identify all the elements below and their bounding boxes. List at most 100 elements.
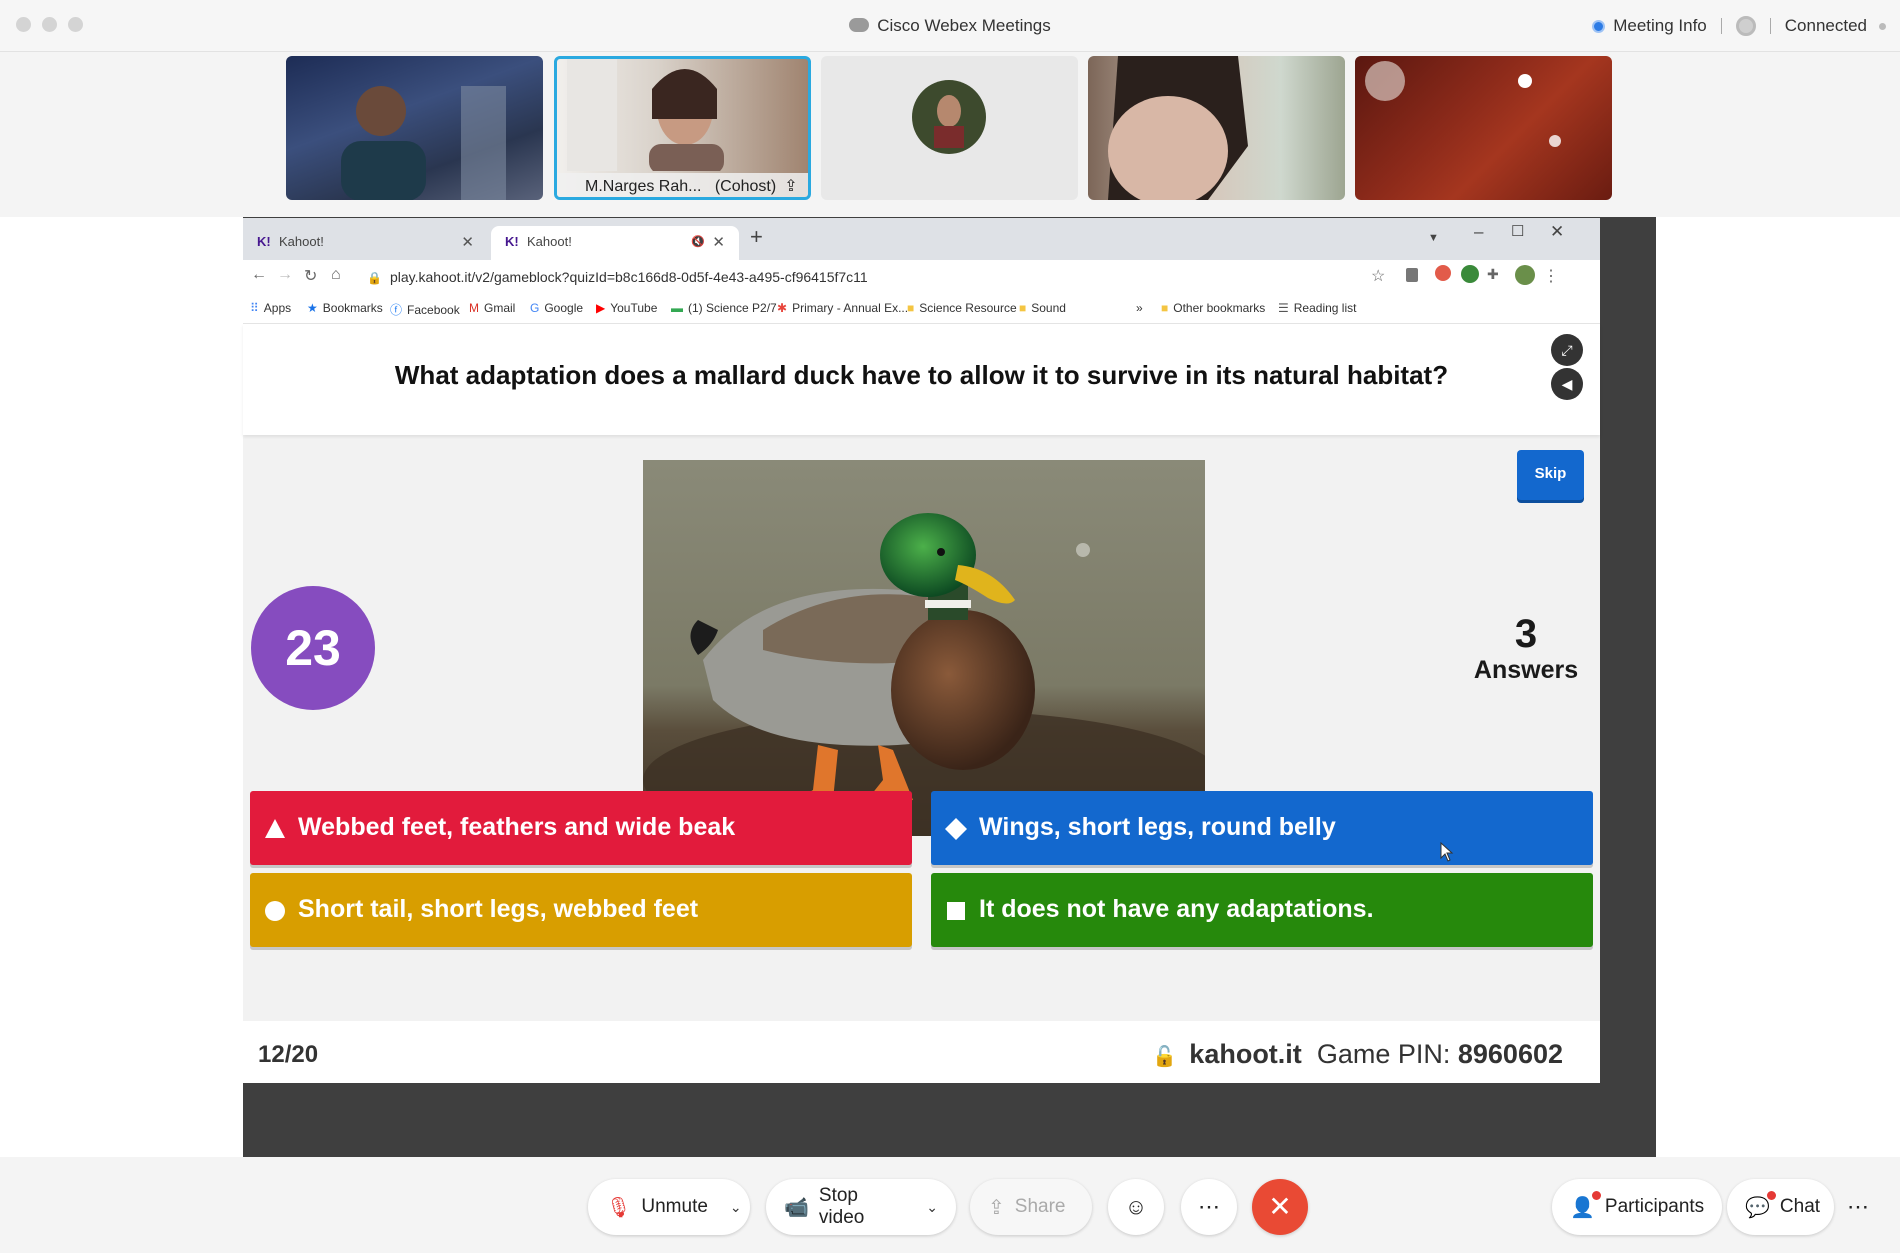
bookmarks-overflow-button[interactable]: » xyxy=(1136,301,1143,315)
bookmark-facebook[interactable]: ⓕ Facebook xyxy=(390,301,460,318)
chevron-down-icon[interactable]: ⌄ xyxy=(926,1199,938,1216)
maximize-button[interactable]: ☐ xyxy=(1511,222,1524,240)
close-tab-icon[interactable]: ✕ xyxy=(461,233,474,251)
new-tab-button[interactable]: + xyxy=(750,224,763,250)
info-icon xyxy=(1592,19,1606,33)
notification-dot xyxy=(1767,1191,1776,1200)
skip-button[interactable]: Skip xyxy=(1517,450,1584,500)
bookmark-science[interactable]: ▬ (1) Science P2/7 xyxy=(671,301,777,315)
answers-label: Answers xyxy=(1473,656,1579,684)
reading-list-button[interactable]: ☰ Reading list xyxy=(1278,301,1356,315)
reload-icon[interactable]: ↻ xyxy=(304,266,317,286)
lock-icon: 🔒 xyxy=(367,271,382,285)
browser-menu-icon[interactable]: ⋮ xyxy=(1543,266,1559,286)
game-footer: 12/20 🔓 kahoot.it Game PIN: 8960602 xyxy=(243,1021,1600,1083)
share-icon: ⇪ xyxy=(988,1196,1005,1219)
tab-search-icon[interactable]: ▼ xyxy=(1428,232,1439,244)
answer-option-diamond[interactable]: Wings, short legs, round belly xyxy=(931,791,1593,865)
participants-label: Participants xyxy=(1604,1196,1705,1217)
forward-icon[interactable]: → xyxy=(277,266,293,284)
bookmark-label: Primary - Annual Ex... xyxy=(792,301,909,315)
bookmark-star-icon[interactable]: ☆ xyxy=(1371,266,1385,286)
triangle-icon xyxy=(265,819,285,838)
kahoot-game-screen: What adaptation does a mallard duck have… xyxy=(243,324,1600,1083)
participant-video-5[interactable] xyxy=(1355,56,1612,200)
circle-icon xyxy=(265,901,285,921)
globe-extension-icon[interactable] xyxy=(1461,265,1479,283)
bookmark-primary[interactable]: ✱ Primary - Annual Ex... xyxy=(777,301,908,315)
muted-tab-icon[interactable]: 🔇 xyxy=(691,235,705,248)
meeting-info-button[interactable]: Meeting Info xyxy=(1613,16,1707,36)
bookmark-label: YouTube xyxy=(610,301,658,315)
unmute-label: Unmute xyxy=(641,1196,708,1217)
bookmark-youtube[interactable]: ▶ YouTube xyxy=(596,301,657,315)
chevron-down-icon[interactable]: ⌄ xyxy=(730,1199,742,1216)
leave-meeting-button[interactable]: ✕ xyxy=(1252,1179,1308,1235)
url-text: play.kahoot.it/v2/gameblock?quizId=b8c16… xyxy=(389,269,868,285)
ellipsis-icon: ⋯ xyxy=(1198,1194,1220,1219)
eyedropper-extension-icon[interactable] xyxy=(1406,268,1418,282)
url-field[interactable]: 🔒 play.kahoot.it/v2/gameblock?quizId=b8c1… xyxy=(367,269,868,285)
youtube-icon: ▶ xyxy=(596,301,606,315)
bookmark-gmail[interactable]: M Gmail xyxy=(469,301,515,315)
participant-video-2[interactable]: M.Narges Rah... (Cohost) ⇪ xyxy=(554,56,811,200)
unmute-button[interactable]: 🎙 Unmute ⌄ xyxy=(588,1179,750,1235)
extensions-puzzle-icon[interactable]: ✚ xyxy=(1487,266,1499,283)
close-tab-icon[interactable]: ✕ xyxy=(712,233,725,251)
browser-tab-1[interactable]: K! Kahoot! ✕ xyxy=(243,226,488,260)
chat-button[interactable]: 💬 Chat xyxy=(1727,1179,1834,1235)
folder-icon: ■ xyxy=(1161,301,1169,315)
bookmark-label: Apps xyxy=(263,301,292,315)
chat-label: Chat xyxy=(1779,1196,1821,1217)
close-button[interactable]: ✕ xyxy=(1550,222,1564,242)
notification-dot xyxy=(1592,1191,1601,1200)
bookmark-other[interactable]: ■ Other bookmarks xyxy=(1161,301,1265,315)
answers-counter: 3 Answers xyxy=(1466,612,1586,685)
question-text: What adaptation does a mallard duck have… xyxy=(394,360,1449,390)
participants-button[interactable]: 👤 Participants xyxy=(1552,1179,1722,1235)
minimize-button[interactable]: – xyxy=(1474,222,1483,242)
participant-1-avatar xyxy=(341,86,506,200)
browser-tab-2[interactable]: K! Kahoot! 🔇 ✕ xyxy=(491,226,739,260)
home-icon[interactable]: ⌂ xyxy=(331,266,341,284)
extension-badge-icon[interactable] xyxy=(1435,265,1451,281)
sharing-icon: ⇪ xyxy=(784,178,798,195)
participant-video-4[interactable] xyxy=(1088,56,1345,200)
more-options-button[interactable]: ⋯ xyxy=(1181,1179,1237,1235)
stop-video-button[interactable]: 📹 Stop video ⌄ xyxy=(766,1179,956,1235)
connection-dot-icon xyxy=(1879,22,1886,30)
bookmark-science-resource[interactable]: ■ Science Resource xyxy=(907,301,1017,315)
bookmark-apps[interactable]: ⠿ Apps xyxy=(250,301,291,315)
reactions-button[interactable]: ☺ xyxy=(1108,1179,1164,1235)
share-label: Share xyxy=(1014,1196,1066,1217)
share-button[interactable]: ⇪ Share xyxy=(970,1179,1092,1235)
profile-avatar[interactable] xyxy=(1515,265,1535,285)
answer-text: Webbed feet, feathers and wide beak xyxy=(298,813,736,841)
bookmark-label: Other bookmarks xyxy=(1173,301,1266,315)
participant-strip: M.Narges Rah... (Cohost) ⇪ xyxy=(0,52,1900,217)
kahoot-site: kahoot.it xyxy=(1189,1039,1302,1069)
bookmark-label: Google xyxy=(544,301,584,315)
more-panels-button[interactable]: ⋯ xyxy=(1830,1179,1886,1235)
app-title-text: Cisco Webex Meetings xyxy=(877,16,1051,35)
back-icon[interactable]: ← xyxy=(251,266,267,284)
bookmark-label: (1) Science P2/7 xyxy=(688,301,777,315)
chat-icon: 💬 xyxy=(1745,1196,1770,1219)
bookmark-sound[interactable]: ■ Sound xyxy=(1019,301,1066,315)
camera-status-icon[interactable] xyxy=(1735,16,1756,36)
gmail-icon: M xyxy=(469,301,479,315)
participant-video-1[interactable] xyxy=(286,56,543,200)
answer-option-circle[interactable]: Short tail, short legs, webbed feet xyxy=(250,873,912,947)
shared-browser-window: K! Kahoot! ✕ K! Kahoot! 🔇 ✕ + ▼ – ☐ ✕ ← … xyxy=(243,218,1600,1083)
answer-option-square[interactable]: It does not have any adaptations. xyxy=(931,873,1593,947)
participant-video-3[interactable] xyxy=(821,56,1078,200)
bookmark-google[interactable]: G Google xyxy=(530,301,583,315)
answer-option-triangle[interactable]: Webbed feet, feathers and wide beak xyxy=(250,791,912,865)
tab-1-title: Kahoot! xyxy=(279,234,324,249)
bookmark-bookmarks[interactable]: ★ Bookmarks xyxy=(307,301,383,315)
fullscreen-icon[interactable]: ⤢ xyxy=(1551,334,1583,366)
participant-2-avatar xyxy=(567,59,724,174)
kahoot-favicon-icon: K! xyxy=(505,234,519,249)
sound-icon[interactable]: ◀ xyxy=(1551,368,1583,400)
participant-5-avatar xyxy=(1365,61,1561,147)
